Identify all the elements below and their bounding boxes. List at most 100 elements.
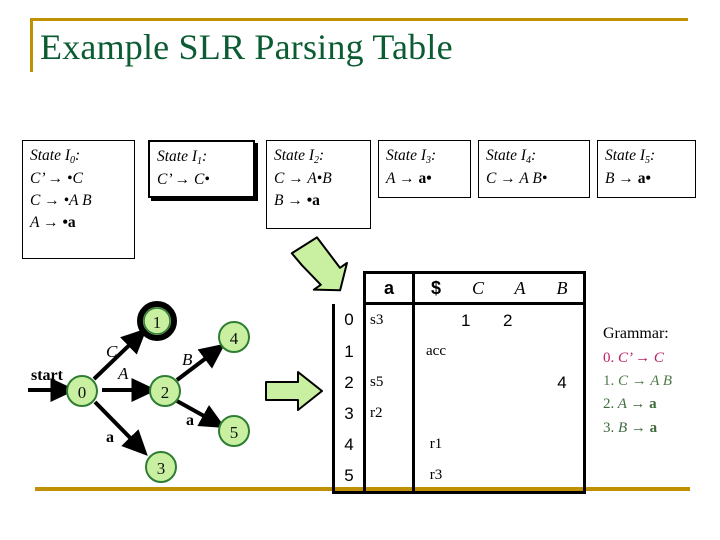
cell-2-A: [499, 367, 541, 398]
cell-3-C: [457, 398, 499, 429]
state-box-3: State I3: A → a•: [378, 140, 471, 198]
title-rule-top: [30, 18, 688, 21]
cell-5-A: [499, 460, 541, 494]
cell-5-a: [363, 460, 415, 494]
cell-1-B: [541, 336, 586, 367]
cell-4-C: [457, 429, 499, 460]
state-box-1: State I1: C’ → C•: [148, 140, 255, 198]
table-row: 4 r1: [332, 429, 586, 460]
edge-label-A: A: [117, 364, 129, 383]
dfa-node-2: 2: [149, 375, 181, 407]
edge-2-5: [176, 399, 226, 428]
table-row: 2 s5 4: [332, 367, 586, 398]
dfa-node-3: 3: [145, 451, 177, 483]
grammar-rule-2: 2. A → a: [603, 396, 657, 413]
cell-2-eof: [414, 367, 458, 398]
table-header-row: a $ C A B: [334, 271, 586, 305]
state-box-2: State I2: C → A•B B → •a: [266, 140, 371, 229]
grammar-rule-1: 1. C → A B: [603, 373, 673, 390]
row-state-2: 2: [332, 367, 366, 398]
cell-0-A: 2: [503, 310, 513, 330]
cell-0-B: [541, 303, 586, 336]
state-box-5: State I5: B → a•: [597, 140, 696, 198]
start-label: start: [31, 367, 64, 384]
title-rule-left: [30, 18, 33, 72]
state-box-0: State I0: C’ → •C C → •A B A → •a: [22, 140, 135, 259]
state-box-2-production-0: C → A•B: [274, 170, 332, 188]
cell-1-eof: acc: [426, 343, 446, 359]
row-state-5: 5: [332, 460, 366, 494]
dfa-node-1: 1: [137, 301, 177, 341]
cell-2-C: [457, 367, 499, 398]
cell-3-B: [541, 398, 586, 429]
state-box-1-header: State I1:: [157, 148, 208, 167]
state-box-4: State I4: C → A B•: [478, 140, 590, 198]
edge-label-B: B: [182, 350, 193, 369]
cell-5-B: [541, 460, 586, 494]
cell-1-A: [499, 336, 541, 367]
dfa-node-4-label: 4: [230, 329, 239, 348]
column-header-goto-C: C: [457, 271, 499, 305]
cell-3-eof: [414, 398, 458, 429]
cell-0-eof: [414, 304, 458, 337]
state-box-0-header: State I0:: [30, 147, 81, 166]
table-row: 0 s3 1 2: [332, 303, 586, 337]
dfa-node-3-label: 3: [157, 459, 166, 478]
cell-0-C: 1: [461, 310, 471, 330]
state-box-3-production-0: A → a•: [386, 170, 432, 188]
dfa-node-1-label: 1: [153, 313, 162, 332]
cell-3-A: [499, 398, 541, 429]
grammar-rule-0: 0. C’ → C: [603, 349, 664, 366]
slide-canvas: Example SLR Parsing Table State I0: C’ →…: [0, 0, 720, 540]
cell-1-C: [457, 336, 499, 367]
state-box-0-production-1: C → •A B: [30, 192, 92, 210]
grammar-panel: Grammar: 0. C’ → C 1. C → A B 2. A → a 3…: [603, 322, 718, 440]
row-state-3: 3: [332, 398, 366, 429]
column-header-goto-A: A: [499, 271, 541, 305]
dfa-node-5-label: 5: [230, 423, 239, 442]
state-box-3-header: State I3:: [386, 147, 437, 166]
dfa-node-4: 4: [218, 321, 250, 353]
edge-label-C: C: [106, 342, 118, 361]
cell-4-A: [499, 429, 541, 460]
edge-label-a-2: a: [186, 412, 194, 429]
dfa-node-5: 5: [218, 415, 250, 447]
state-box-0-production-0: C’ → •C: [30, 170, 83, 188]
state-box-4-production-0: C → A B•: [486, 170, 548, 188]
grammar-title: Grammar:: [603, 325, 669, 342]
cell-4-B: [541, 429, 586, 460]
table-corner-cell: [334, 273, 365, 304]
page-title: Example SLR Parsing Table: [40, 27, 453, 67]
row-state-1: 1: [332, 336, 366, 367]
column-header-action-a: a: [363, 271, 415, 305]
cell-4-eof: r1: [429, 436, 443, 452]
state-box-5-production-0: B → a•: [605, 170, 651, 188]
row-state-4: 4: [332, 429, 366, 460]
cell-5-C: [457, 460, 499, 494]
table-row: 5 r3: [332, 460, 586, 494]
state-box-2-header: State I2:: [274, 147, 325, 166]
cell-1-a: [363, 336, 415, 367]
state-box-1-production-0: C’ → C•: [157, 171, 210, 189]
cell-2-a: s5: [363, 367, 415, 398]
state-box-4-header: State I4:: [486, 147, 537, 166]
lr-automaton-diagram: start C A a B a 0 1 2 3 4 5: [10, 295, 300, 495]
state-box-5-header: State I5:: [605, 147, 656, 166]
state-box-2-production-1: B → •a: [274, 192, 320, 210]
dfa-node-2-label: 2: [161, 383, 170, 402]
table-row: 3 r2: [332, 398, 586, 429]
cell-0-a: s3: [363, 303, 415, 336]
grammar-rule-3: 3. B → a: [603, 419, 658, 436]
row-state-0: 0: [332, 303, 366, 336]
table-row: 1 acc: [332, 336, 586, 367]
column-header-action-eof: $: [413, 271, 457, 305]
cell-5-eof: r3: [413, 460, 457, 494]
dfa-node-0: 0: [66, 375, 98, 407]
cell-4-a: [363, 429, 415, 460]
slr-parsing-table: a $ C A B 0 s3 1 2 1 acc 2 s5 4 3 r2 4 r…: [332, 271, 586, 494]
state-box-0-production-2: A → •a: [30, 214, 76, 232]
edge-0-3: [93, 400, 148, 456]
cell-3-a: r2: [363, 398, 415, 429]
dfa-node-0-label: 0: [78, 383, 87, 402]
edge-label-a-1: a: [106, 429, 114, 446]
